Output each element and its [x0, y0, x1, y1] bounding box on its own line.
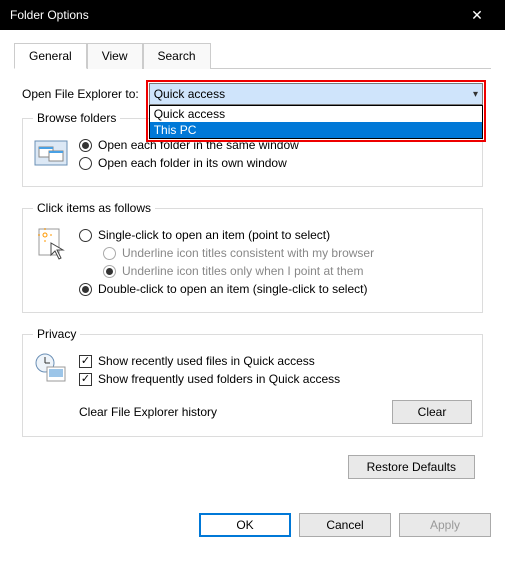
combo-option-quick-access[interactable]: Quick access: [150, 106, 482, 122]
browse-legend: Browse folders: [33, 111, 120, 125]
clear-button[interactable]: Clear: [392, 400, 472, 424]
chevron-down-icon: ▾: [473, 89, 478, 100]
privacy-group: Privacy Show recently used files in Quic…: [22, 327, 483, 437]
click-legend: Click items as follows: [33, 201, 155, 215]
open-explorer-dropdown: Quick access This PC: [149, 105, 483, 139]
apply-button: Apply: [399, 513, 491, 537]
tabs: General View Search: [14, 42, 491, 69]
radio-double-click[interactable]: Double-click to open an item (single-cli…: [79, 282, 472, 297]
check-frequent-folders[interactable]: Show frequently used folders in Quick ac…: [79, 372, 472, 387]
radio-own-window[interactable]: Open each folder in its own window: [79, 156, 472, 171]
tab-search[interactable]: Search: [143, 43, 211, 69]
privacy-icon: [33, 351, 69, 387]
open-explorer-combo[interactable]: Quick access ▾: [149, 83, 483, 105]
titlebar: Folder Options ✕: [0, 0, 505, 30]
privacy-legend: Privacy: [33, 327, 80, 341]
radio-icon: [103, 247, 116, 260]
radio-icon: [79, 283, 92, 296]
folders-icon: [33, 135, 69, 171]
open-explorer-label: Open File Explorer to:: [22, 87, 139, 101]
close-icon[interactable]: ✕: [457, 7, 497, 24]
radio-icon: [79, 229, 92, 242]
checkbox-icon: [79, 373, 92, 386]
radio-icon: [79, 139, 92, 152]
check-recent-files[interactable]: Show recently used files in Quick access: [79, 354, 472, 369]
tab-general[interactable]: General: [14, 43, 87, 69]
clear-history-label: Clear File Explorer history: [79, 405, 217, 419]
radio-underline-point: Underline icon titles only when I point …: [103, 264, 472, 279]
checkbox-icon: [79, 355, 92, 368]
ok-button[interactable]: OK: [199, 513, 291, 537]
window-title: Folder Options: [8, 8, 457, 22]
tab-view[interactable]: View: [87, 43, 143, 69]
radio-icon: [79, 157, 92, 170]
cancel-button[interactable]: Cancel: [299, 513, 391, 537]
radio-single-click[interactable]: Single-click to open an item (point to s…: [79, 228, 472, 243]
radio-same-window[interactable]: Open each folder in the same window: [79, 138, 472, 153]
combo-value: Quick access: [154, 87, 225, 101]
combo-option-this-pc[interactable]: This PC: [150, 122, 482, 138]
click-icon: [33, 225, 69, 261]
click-items-group: Click items as follows Single-click to o…: [22, 201, 483, 313]
radio-icon: [103, 265, 116, 278]
radio-underline-browser: Underline icon titles consistent with my…: [103, 246, 472, 261]
dialog-footer: OK Cancel Apply: [0, 503, 505, 553]
restore-defaults-button[interactable]: Restore Defaults: [348, 455, 475, 479]
